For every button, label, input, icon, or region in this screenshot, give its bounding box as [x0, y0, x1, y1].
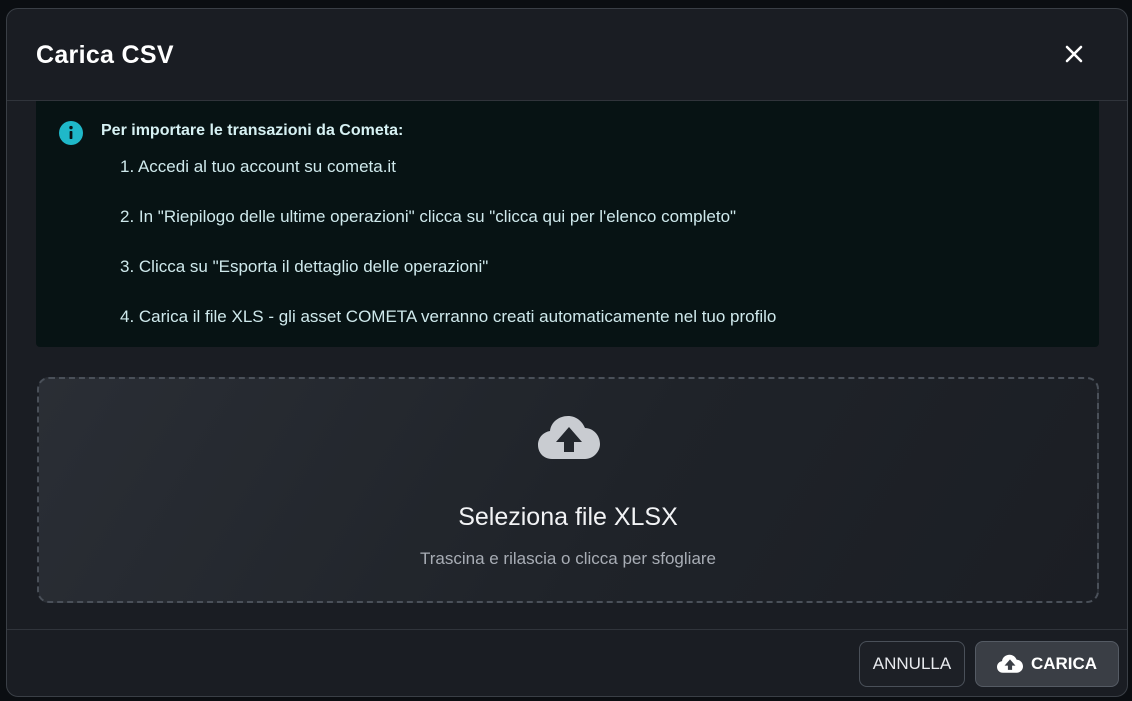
cancel-button[interactable]: ANNULLA [859, 641, 965, 687]
dropzone-subtitle: Trascina e rilascia o clicca per sfoglia… [419, 549, 717, 568]
info-title: Per importare le transazioni da Cometa: [101, 122, 404, 139]
cloud-upload-icon [538, 416, 600, 459]
instruction-list: 1. Accedi al tuo account su cometa.it 2.… [120, 157, 776, 357]
instruction-step: 1. Accedi al tuo account su cometa.it [120, 157, 396, 176]
dropzone-title: Seleziona file XLSX [458, 503, 678, 531]
info-panel: Per importare le transazioni da Cometa: … [36, 101, 1099, 347]
instruction-step: 2. In "Riepilogo delle ultime operazioni… [120, 207, 737, 226]
upload-button[interactable]: CARICA [975, 641, 1119, 687]
cancel-button-label: ANNULLA [872, 654, 952, 673]
instruction-step: 4. Carica il file XLS - gli asset COMETA… [120, 307, 777, 326]
dialog-footer: ANNULLA CARICA [7, 629, 1127, 696]
dialog-title: Carica CSV [36, 41, 174, 69]
close-button[interactable] [1059, 39, 1089, 69]
upload-button-label: CARICA [1030, 654, 1098, 673]
info-icon [59, 121, 83, 145]
cloud-upload-icon [996, 654, 1023, 673]
file-dropzone[interactable]: Seleziona file XLSX Trascina e rilascia … [37, 377, 1099, 603]
close-icon [1065, 45, 1083, 63]
dialog-header: Carica CSV [7, 9, 1127, 101]
upload-dialog: Carica CSV Per importare le transazioni … [6, 8, 1128, 697]
instruction-step: 3. Clicca su "Esporta il dettaglio delle… [120, 257, 489, 276]
